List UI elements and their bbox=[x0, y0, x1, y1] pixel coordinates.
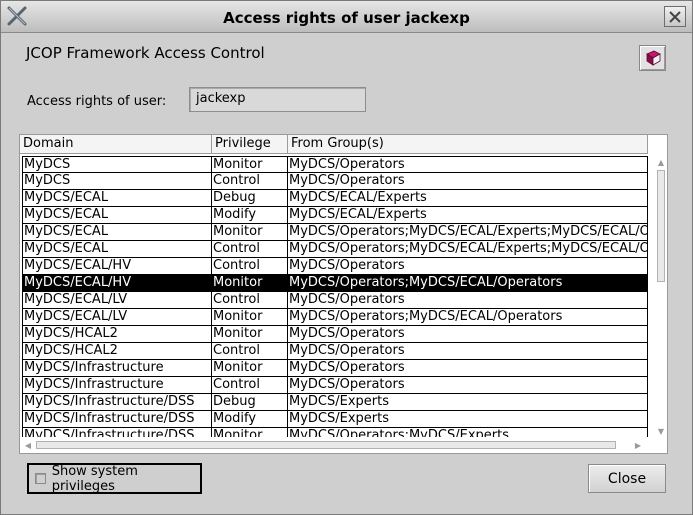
cell-groups: MyDCS/Operators;MyDCS/Experts bbox=[288, 428, 648, 437]
window-title: Access rights of user jackexp bbox=[223, 9, 470, 27]
cell-privilege: Monitor bbox=[212, 309, 288, 326]
cell-privilege: Modify bbox=[212, 411, 288, 428]
cell-domain: MyDCS/ECAL/LV bbox=[22, 292, 212, 309]
scroll-down-arrow-icon[interactable]: ▼ bbox=[655, 425, 667, 437]
cell-groups: MyDCS/Operators;MyDCS/ECAL/Experts;MyDCS… bbox=[288, 241, 648, 258]
cell-privilege: Monitor bbox=[212, 156, 288, 173]
cell-groups: MyDCS/Operators bbox=[288, 156, 648, 173]
cell-groups: MyDCS/Operators bbox=[288, 326, 648, 343]
cell-groups: MyDCS/Experts bbox=[288, 394, 648, 411]
user-label: Access rights of user: bbox=[27, 94, 167, 109]
table-row[interactable]: MyDCS/ECAL Modify MyDCS/ECAL/Experts bbox=[22, 207, 648, 224]
cell-domain: MyDCS/ECAL/HV bbox=[22, 258, 212, 275]
cell-privilege: Debug bbox=[212, 190, 288, 207]
show-system-privileges-checkbox[interactable]: Show system privileges bbox=[27, 463, 202, 494]
horizontal-scrollbar[interactable]: ◀ ▶ bbox=[22, 439, 652, 451]
table-row[interactable]: MyDCS/ECAL/LV Control MyDCS/Operators bbox=[22, 292, 648, 309]
access-rights-table: Domain Privilege From Group(s) MyDCS Moni… bbox=[19, 134, 668, 454]
cell-groups: MyDCS/ECAL/Experts bbox=[288, 190, 648, 207]
cell-domain: MyDCS/Infrastructure/DSS bbox=[22, 394, 212, 411]
cell-domain: MyDCS/Infrastructure/DSS bbox=[22, 411, 212, 428]
cell-domain: MyDCS/ECAL bbox=[22, 224, 212, 241]
table-row[interactable]: MyDCS/Infrastructure Control MyDCS/Operato… bbox=[22, 377, 648, 394]
cell-domain: MyDCS/Infrastructure bbox=[22, 377, 212, 394]
cell-privilege: Debug bbox=[212, 394, 288, 411]
cell-privilege: Modify bbox=[212, 207, 288, 224]
cell-groups: MyDCS/Operators;MyDCS/ECAL/Experts;MyDCS… bbox=[288, 224, 648, 241]
table-row[interactable]: MyDCS/ECAL/HV Monitor MyDCS/Operators;MyDC… bbox=[22, 275, 648, 292]
cell-privilege: Control bbox=[212, 241, 288, 258]
scroll-right-arrow-icon[interactable]: ▶ bbox=[632, 439, 644, 451]
cell-domain: MyDCS/HCAL2 bbox=[22, 343, 212, 360]
page-title: JCOP Framework Access Control bbox=[26, 44, 265, 62]
table-row[interactable]: MyDCS/ECAL Debug MyDCS/ECAL/Experts bbox=[22, 190, 648, 207]
column-header-privilege[interactable]: Privilege bbox=[212, 135, 288, 154]
table-row[interactable]: MyDCS/Infrastructure Monitor MyDCS/Operato… bbox=[22, 360, 648, 377]
table-row[interactable]: MyDCS/Infrastructure/DSS Monitor MyDCS/Ope… bbox=[22, 428, 648, 437]
cell-domain: MyDCS/Infrastructure/DSS bbox=[22, 428, 212, 437]
table-row[interactable]: MyDCS Control MyDCS/Operators bbox=[22, 173, 648, 190]
close-button[interactable]: Close bbox=[588, 464, 666, 493]
user-field: jackexp bbox=[189, 87, 366, 112]
column-header-groups[interactable]: From Group(s) bbox=[288, 135, 648, 154]
cell-domain: MyDCS bbox=[22, 173, 212, 190]
cell-privilege: Monitor bbox=[212, 224, 288, 241]
cell-groups: MyDCS/Operators bbox=[288, 292, 648, 309]
cell-privilege: Control bbox=[212, 258, 288, 275]
table-row[interactable]: MyDCS/HCAL2 Control MyDCS/Operators bbox=[22, 343, 648, 360]
table-row[interactable]: MyDCS/HCAL2 Monitor MyDCS/Operators bbox=[22, 326, 648, 343]
cell-groups: MyDCS/Experts bbox=[288, 411, 648, 428]
cell-privilege: Control bbox=[212, 343, 288, 360]
cell-groups: MyDCS/Operators;MyDCS/ECAL/Operators bbox=[288, 309, 648, 326]
cell-groups: MyDCS/ECAL/Experts bbox=[288, 207, 648, 224]
cell-domain: MyDCS/ECAL/HV bbox=[22, 275, 212, 292]
cell-groups: MyDCS/Operators bbox=[288, 173, 648, 190]
cell-domain: MyDCS/HCAL2 bbox=[22, 326, 212, 343]
table-row[interactable]: MyDCS/ECAL/HV Control MyDCS/Operators bbox=[22, 258, 648, 275]
table-row[interactable]: MyDCS/Infrastructure/DSS Modify MyDCS/Expe… bbox=[22, 411, 648, 428]
cell-domain: MyDCS/ECAL bbox=[22, 207, 212, 224]
window-close-button[interactable] bbox=[664, 6, 686, 27]
scroll-up-arrow-icon[interactable]: ▲ bbox=[655, 156, 667, 168]
column-header-domain[interactable]: Domain bbox=[20, 135, 212, 154]
cell-domain: MyDCS/ECAL/LV bbox=[22, 309, 212, 326]
cell-domain: MyDCS/ECAL bbox=[22, 190, 212, 207]
cell-privilege: Monitor bbox=[212, 360, 288, 377]
cell-privilege: Monitor bbox=[212, 326, 288, 343]
table-header: Domain Privilege From Group(s) bbox=[20, 135, 648, 154]
cell-domain: MyDCS/ECAL bbox=[22, 241, 212, 258]
cell-domain: MyDCS/Infrastructure bbox=[22, 360, 212, 377]
cell-groups: MyDCS/Operators bbox=[288, 343, 648, 360]
table-body: MyDCS Monitor MyDCS/Operators MyDCS Control M… bbox=[22, 156, 648, 437]
title-bar[interactable]: Access rights of user jackexp bbox=[1, 1, 692, 33]
vertical-scroll-thumb[interactable] bbox=[657, 170, 665, 282]
table-row[interactable]: MyDCS/Infrastructure/DSS Debug MyDCS/Exper… bbox=[22, 394, 648, 411]
access-rights-window: Access rights of user jackexp JCOP Frame… bbox=[0, 0, 693, 515]
help-button[interactable] bbox=[639, 45, 666, 71]
cell-privilege: Control bbox=[212, 292, 288, 309]
vertical-scrollbar[interactable]: ▲ ▼ bbox=[655, 156, 667, 439]
cell-groups: MyDCS/Operators;MyDCS/ECAL/Operators bbox=[288, 275, 648, 292]
cell-privilege: Control bbox=[212, 377, 288, 394]
horizontal-scroll-thumb[interactable] bbox=[36, 441, 616, 449]
help-book-icon bbox=[645, 50, 661, 66]
cell-groups: MyDCS/Operators bbox=[288, 360, 648, 377]
table-row[interactable]: MyDCS/ECAL/LV Monitor MyDCS/Operators;MyDC… bbox=[22, 309, 648, 326]
show-system-privileges-label: Show system privileges bbox=[51, 463, 138, 494]
cell-groups: MyDCS/Operators bbox=[288, 258, 648, 275]
checkbox-box[interactable] bbox=[35, 473, 46, 484]
table-row[interactable]: MyDCS/ECAL Monitor MyDCS/Operators;MyDCS/E… bbox=[22, 224, 648, 241]
table-row[interactable]: MyDCS/ECAL Control MyDCS/Operators;MyDCS/E… bbox=[22, 241, 648, 258]
cell-privilege: Control bbox=[212, 173, 288, 190]
cell-privilege: Monitor bbox=[212, 275, 288, 292]
scroll-left-arrow-icon[interactable]: ◀ bbox=[22, 439, 34, 451]
cell-privilege: Monitor bbox=[212, 428, 288, 437]
close-icon bbox=[669, 10, 681, 23]
cell-domain: MyDCS bbox=[22, 156, 212, 173]
table-row[interactable]: MyDCS Monitor MyDCS/Operators bbox=[22, 156, 648, 173]
cell-groups: MyDCS/Operators bbox=[288, 377, 648, 394]
